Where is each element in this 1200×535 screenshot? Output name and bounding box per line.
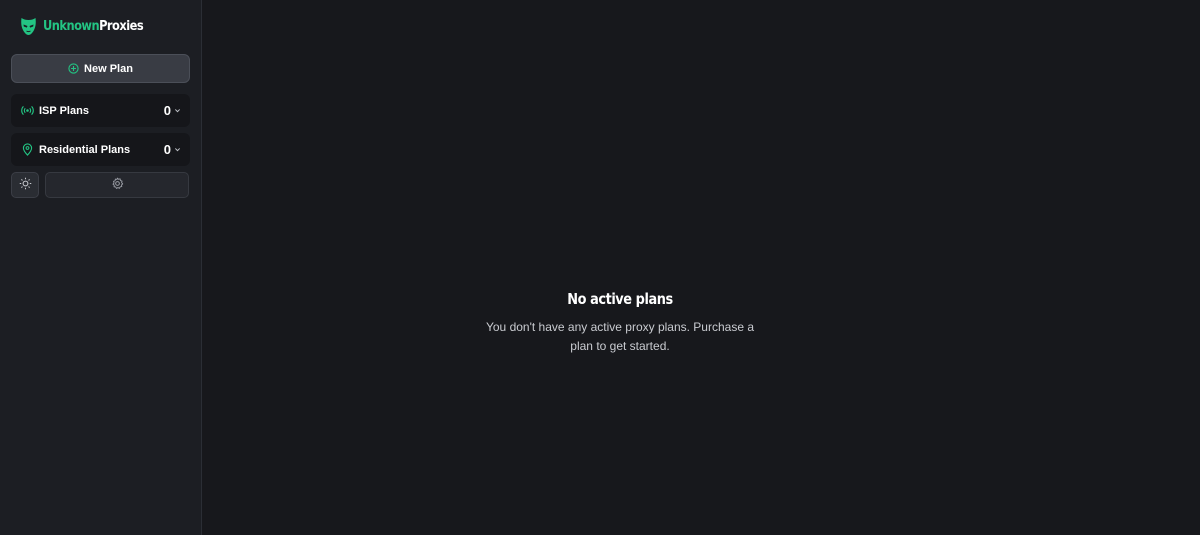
plan-group-label: Residential Plans <box>39 143 131 156</box>
brand-name-main: Proxies <box>99 18 144 34</box>
gear-icon <box>111 177 124 193</box>
chevron-down-icon <box>174 146 181 153</box>
empty-state-title: No active plans <box>567 290 673 308</box>
app-window: UnknownProxies New Plan ISP Plans 0 Resi… <box>0 0 1200 535</box>
sun-icon <box>19 177 32 193</box>
plan-group-label: ISP Plans <box>39 104 89 117</box>
new-plan-button[interactable]: New Plan <box>11 54 190 83</box>
plan-group-residential[interactable]: Residential Plans 0 <box>11 133 190 166</box>
chevron-down-icon <box>174 107 181 114</box>
plus-circle-icon <box>68 63 79 74</box>
main-content: No active plans You don't have any activ… <box>202 0 1200 535</box>
plan-group-isp[interactable]: ISP Plans 0 <box>11 94 190 127</box>
empty-state-description: You don't have any active proxy plans. P… <box>485 320 755 353</box>
empty-state: No active plans You don't have any activ… <box>420 290 820 356</box>
broadcast-icon <box>21 104 34 117</box>
settings-button[interactable] <box>45 172 189 198</box>
sidebar-footer <box>11 172 190 198</box>
sidebar: UnknownProxies New Plan ISP Plans 0 Resi… <box>0 0 202 535</box>
theme-toggle-button[interactable] <box>11 172 39 198</box>
brand-logo[interactable]: UnknownProxies <box>11 0 190 52</box>
map-pin-icon <box>21 143 34 156</box>
brand-name-accent: Unknown <box>43 18 100 34</box>
plan-group-count: 0 <box>163 103 171 118</box>
mask-icon <box>20 16 37 36</box>
new-plan-label: New Plan <box>84 62 133 75</box>
brand-name: UnknownProxies <box>43 18 144 34</box>
plan-group-count: 0 <box>163 142 171 157</box>
